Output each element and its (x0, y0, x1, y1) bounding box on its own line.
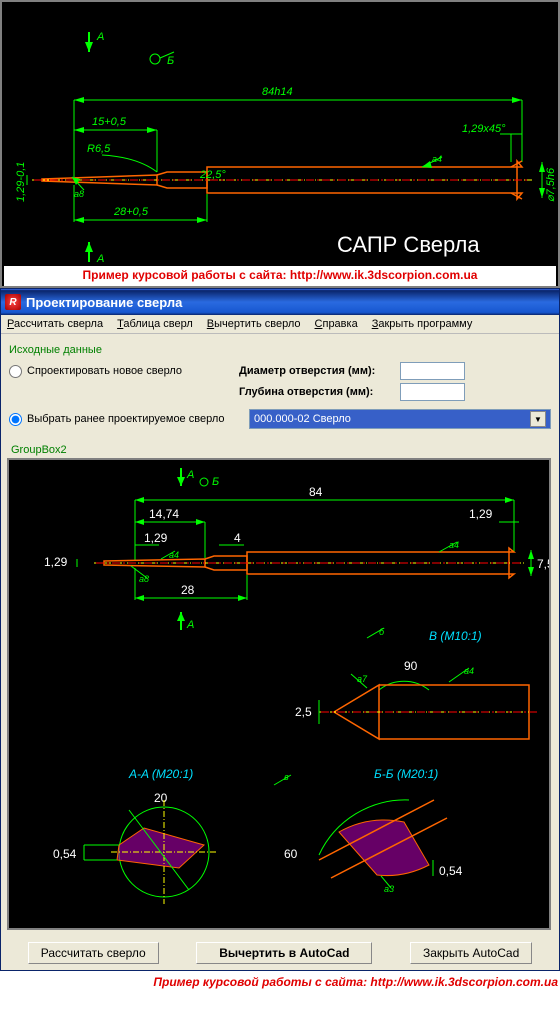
svg-text:A: A (186, 619, 194, 631)
svg-text:0,54: 0,54 (53, 847, 77, 861)
groupbox2-label: GroupBox2 (7, 444, 553, 456)
svg-text:1,29: 1,29 (469, 507, 493, 521)
cad-drawing-top: A Б 84h14 15+0,5 R6,5 1,29x45° 22,5° а8 … (0, 0, 560, 288)
svg-text:2,5: 2,5 (295, 705, 312, 719)
svg-text:20: 20 (154, 791, 168, 805)
cad-title: САПР Сверла (337, 232, 480, 257)
menu-table[interactable]: Таблица сверл (117, 318, 193, 330)
dim-radius: R6,5 (87, 143, 111, 155)
svg-text:7,5: 7,5 (537, 557, 549, 571)
dim-side: 1,29-0,1 (15, 162, 27, 202)
diameter-label: Диаметр отверстия (мм): (239, 365, 394, 377)
svg-text:4: 4 (234, 531, 241, 545)
close-autocad-button[interactable]: Закрыть AutoCad (410, 942, 532, 964)
drill-dropdown[interactable]: 000.000-02 Сверло ▼ (249, 409, 551, 429)
svg-text:60: 60 (284, 847, 298, 861)
cad-drawing-preview: A Б 84 14,74 1,29 4 1,29 1,29 а4 а8 а4 7… (7, 458, 551, 930)
dim-step: 28+0,5 (113, 206, 149, 218)
menu-help[interactable]: Справка (315, 318, 358, 330)
titlebar: R Проектирование сверла (1, 289, 559, 315)
svg-text:0,54: 0,54 (439, 864, 463, 878)
section-a-top: A (96, 31, 104, 43)
svg-text:A-A (M20:1): A-A (M20:1) (128, 767, 193, 781)
button-row: Рассчитать сверло Вычертить в AutoCad За… (1, 936, 559, 970)
menu-close[interactable]: Закрыть программу (372, 318, 473, 330)
radio-existing-input[interactable] (9, 413, 22, 426)
svg-text:Б-Б (M20:1): Б-Б (M20:1) (374, 767, 438, 781)
svg-text:а4: а4 (449, 540, 459, 550)
diameter-input[interactable] (400, 362, 465, 380)
svg-text:90: 90 (404, 659, 418, 673)
svg-text:а7: а7 (357, 674, 368, 684)
svg-text:84: 84 (309, 485, 323, 499)
app-icon: R (5, 294, 21, 310)
cad-caption: Пример курсовой работы с сайта: http://w… (4, 266, 556, 286)
dim-chamfer: 1,29x45° (462, 123, 506, 135)
radio-new-input[interactable] (9, 365, 22, 378)
draw-autocad-button[interactable]: Вычертить в AutoCad (196, 942, 372, 964)
form-area: Исходные данные Спроектировать новое све… (1, 334, 559, 442)
menu-draw[interactable]: Вычертить сверло (207, 318, 301, 330)
svg-text:14,74: 14,74 (149, 507, 179, 521)
svg-text:Б: Б (212, 476, 219, 488)
svg-text:A: A (186, 469, 194, 481)
dim-tip-len: 15+0,5 (92, 116, 127, 128)
dropdown-value: 000.000-02 Сверло (254, 413, 351, 425)
groupbox2: GroupBox2 A Б 84 14,74 1,29 4 1,29 1,29 … (7, 444, 553, 930)
dim-diameter: ⌀7,5h6 (545, 167, 557, 202)
svg-text:В (M10:1): В (M10:1) (429, 629, 482, 643)
mark-a8: а8 (74, 189, 84, 199)
menubar: Рассчитать сверла Таблица сверл Вычертить … (1, 315, 559, 334)
section-a-bot: A (96, 253, 104, 265)
dropdown-arrow-icon[interactable]: ▼ (530, 411, 546, 427)
depth-label: Глубина отверстия (мм): (239, 386, 394, 398)
depth-input[interactable] (400, 383, 465, 401)
svg-text:28: 28 (181, 583, 195, 597)
form-heading: Исходные данные (9, 344, 551, 356)
svg-text:1,29: 1,29 (144, 531, 168, 545)
dim-angle: 22,5° (199, 169, 226, 181)
svg-text:1,29: 1,29 (44, 555, 68, 569)
footer-caption: Пример курсовой работы с сайта: http://w… (0, 971, 560, 993)
radio-new[interactable]: Спроектировать новое сверло (9, 365, 239, 378)
app-window: R Проектирование сверла Рассчитать сверл… (0, 288, 560, 971)
dim-overall: 84h14 (262, 86, 293, 98)
calculate-button[interactable]: Рассчитать сверло (28, 942, 159, 964)
menu-calc[interactable]: Рассчитать сверла (7, 318, 103, 330)
radio-existing[interactable]: Выбрать ранее проектируемое сверло (9, 413, 249, 426)
window-title: Проектирование сверла (26, 295, 182, 310)
section-b-top: Б (167, 55, 174, 67)
